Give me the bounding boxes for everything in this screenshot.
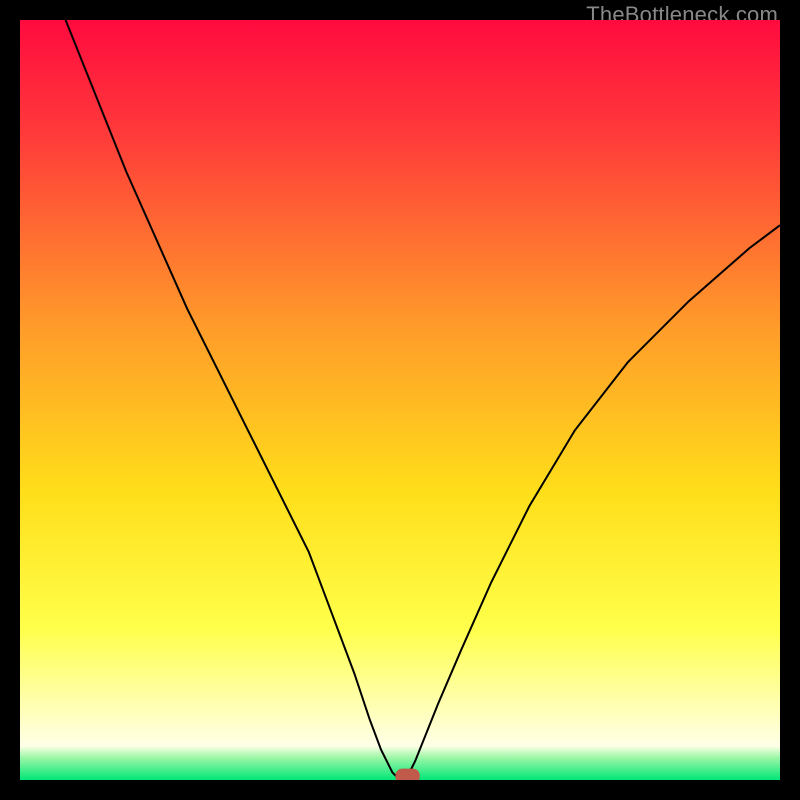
bottleneck-chart (20, 20, 780, 780)
optimal-point-marker (395, 769, 419, 780)
heat-background (20, 20, 780, 780)
chart-container: TheBottleneck.com (0, 0, 800, 800)
